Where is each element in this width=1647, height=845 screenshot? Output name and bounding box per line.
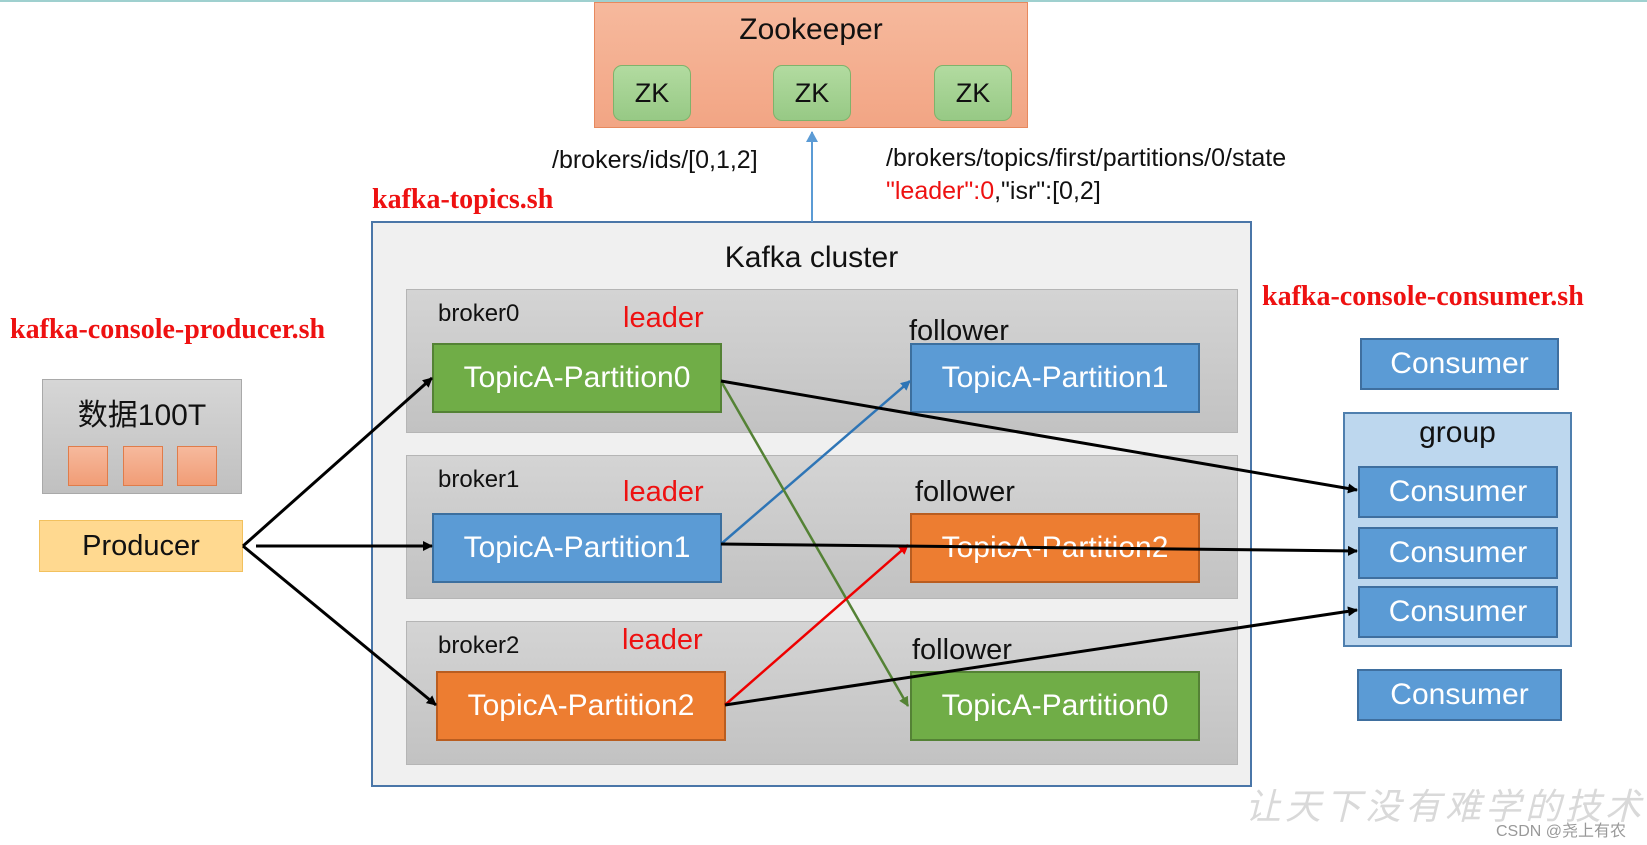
kafka-cluster-title: Kafka cluster xyxy=(724,241,899,274)
zk-node-3: ZK xyxy=(934,65,1012,121)
leader-label: leader xyxy=(623,476,704,508)
data-size-label: 数据100T xyxy=(77,399,207,432)
csdn-credit: CSDN @尧上有农 xyxy=(1496,823,1627,840)
broker-0: broker0 leader TopicA-Partition0 followe… xyxy=(406,289,1238,433)
group-consumer-3: Consumer xyxy=(1358,586,1558,638)
consumer-standalone-bottom: Consumer xyxy=(1357,669,1562,721)
zookeeper-title: Zookeeper xyxy=(739,13,883,46)
broker-name: broker2 xyxy=(438,632,520,659)
kafka-topics-script-label: kafka-topics.sh xyxy=(372,184,554,215)
partition-state-path: /brokers/topics/first/partitions/0/state xyxy=(886,144,1287,172)
data-chunk-1 xyxy=(68,446,108,486)
leader-partition-0: TopicA-Partition0 xyxy=(432,343,722,413)
consumer-standalone-top: Consumer xyxy=(1360,338,1559,390)
state-leader-text: "leader":0 xyxy=(886,177,995,205)
zookeeper-ensemble: Zookeeper ZK ZK ZK xyxy=(594,2,1028,128)
zk-node-1: ZK xyxy=(613,65,691,121)
broker-ids-path: /brokers/ids/[0,1,2] xyxy=(552,146,758,174)
broker-name: broker1 xyxy=(438,466,520,493)
consumer-group: group Consumer Consumer Consumer xyxy=(1343,412,1572,647)
follower-partition-1: TopicA-Partition1 xyxy=(910,343,1200,413)
leader-partition-2: TopicA-Partition2 xyxy=(436,671,726,741)
data-chunk-2 xyxy=(123,446,163,486)
follower-partition-0: TopicA-Partition0 xyxy=(910,671,1200,741)
producer-box: Producer xyxy=(39,520,243,572)
follower-label: follower xyxy=(912,634,1012,666)
consumer-group-title: group xyxy=(1419,416,1496,449)
leader-label: leader xyxy=(622,624,703,656)
follower-label: follower xyxy=(915,476,1015,508)
follower-partition-2: TopicA-Partition2 xyxy=(910,513,1200,583)
kafka-consumer-script-label: kafka-console-consumer.sh xyxy=(1262,281,1584,312)
kafka-producer-script-label: kafka-console-producer.sh xyxy=(10,314,326,345)
data-source-box: 数据100T xyxy=(42,379,242,494)
partition-state-value: "leader":0,"isr":[0,2] xyxy=(886,177,1101,206)
data-chunk-3 xyxy=(177,446,217,486)
leader-label: leader xyxy=(623,302,704,334)
broker-1: broker1 leader TopicA-Partition1 followe… xyxy=(406,455,1238,599)
leader-partition-1: TopicA-Partition1 xyxy=(432,513,722,583)
kafka-cluster: Kafka cluster broker0 leader TopicA-Part… xyxy=(371,221,1252,787)
zk-node-2: ZK xyxy=(773,65,851,121)
broker-2: broker2 leader TopicA-Partition2 followe… xyxy=(406,621,1238,765)
group-consumer-2: Consumer xyxy=(1358,527,1558,579)
state-isr-text: ,"isr":[0,2] xyxy=(994,177,1101,205)
broker-name: broker0 xyxy=(438,300,520,327)
group-consumer-1: Consumer xyxy=(1358,466,1558,518)
